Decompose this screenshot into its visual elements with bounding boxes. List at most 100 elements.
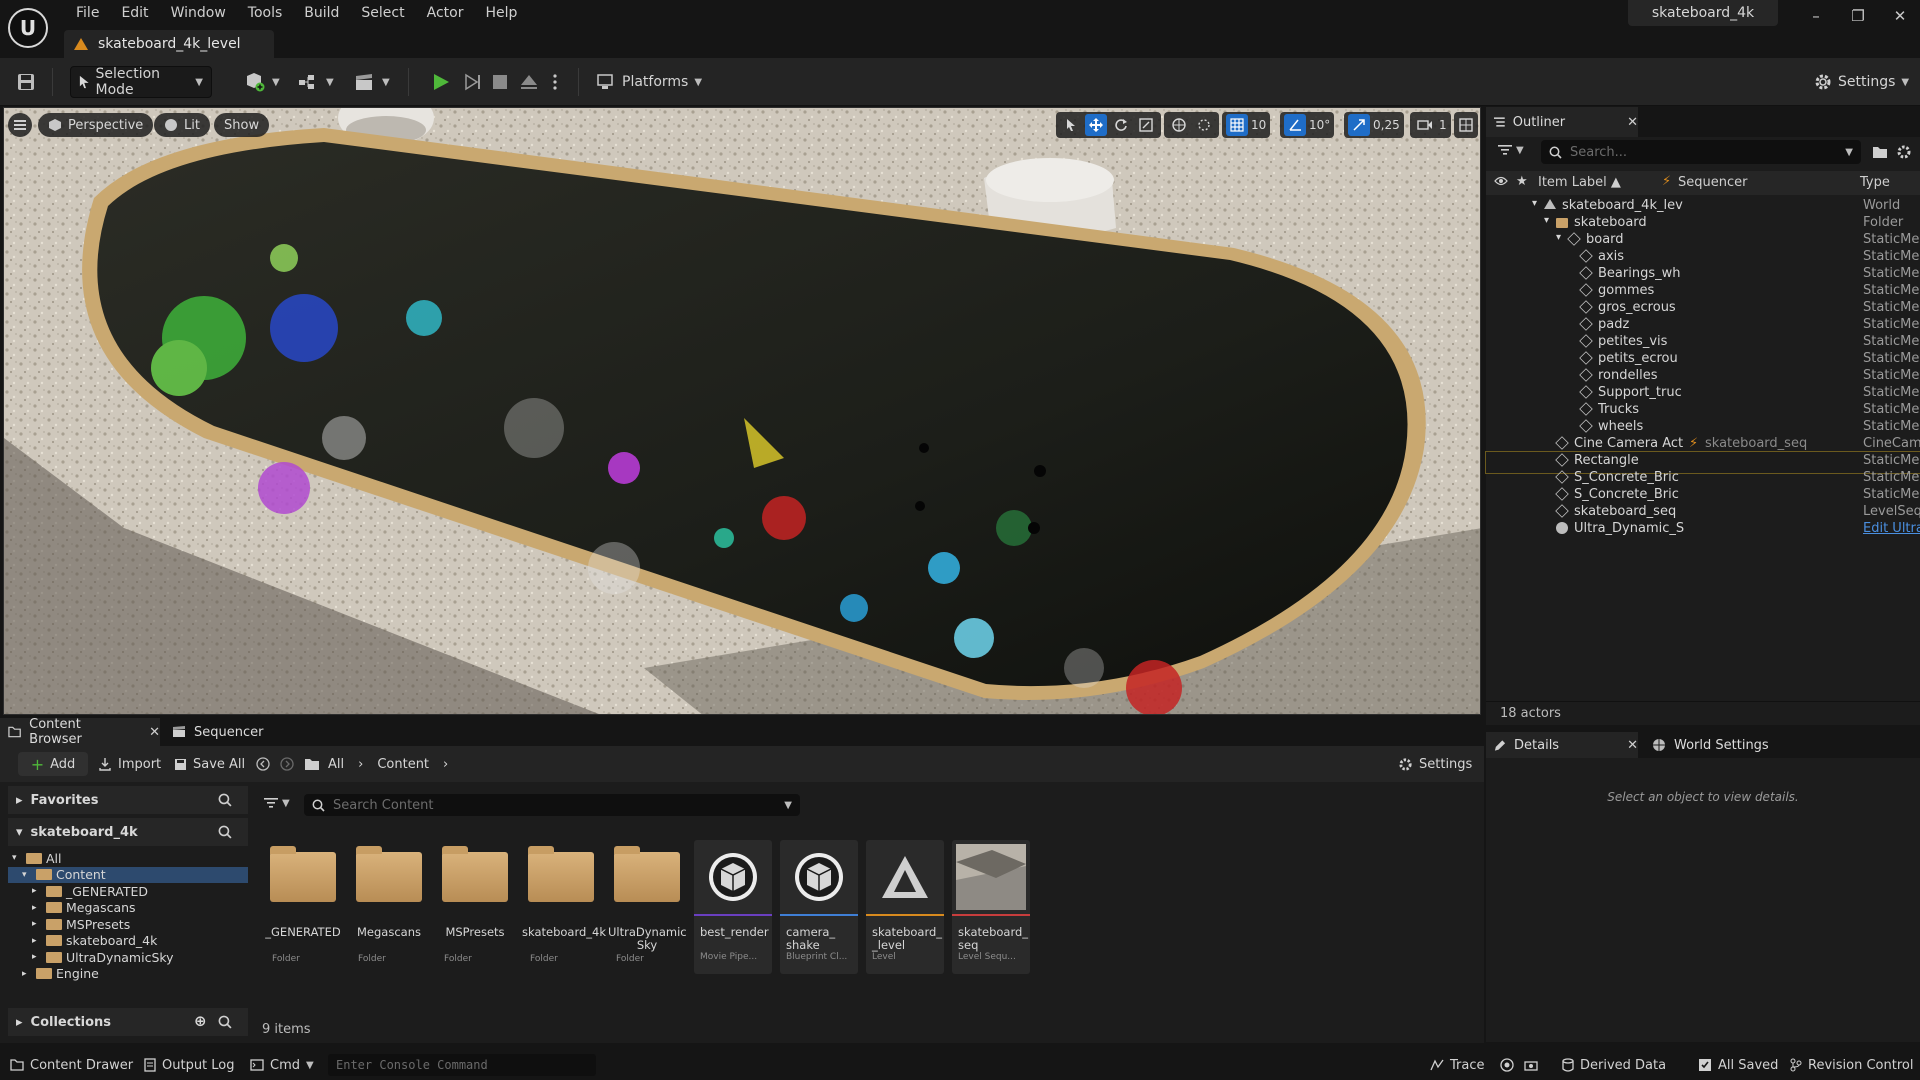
perspective-button[interactable]: Perspective [38, 113, 154, 137]
asset-tile[interactable]: camera_ shake Blueprint Cl... [780, 840, 858, 974]
chevron-down-icon[interactable]: ▾ [22, 870, 32, 880]
breadcrumb-content[interactable]: Content [377, 757, 429, 772]
collections-header[interactable]: ▸ Collections ⊕ [8, 1008, 248, 1036]
scale-snap-group[interactable]: 0,25 [1344, 112, 1404, 138]
outliner-settings-button[interactable] [1896, 144, 1912, 160]
add-collection-icon[interactable]: ⊕ [194, 1012, 207, 1030]
chevron-right-icon[interactable]: ▸ [32, 936, 42, 946]
outliner-row[interactable]: Ultra_Dynamic_S Edit Ultra [1486, 520, 1920, 541]
folder-tile[interactable]: MSPresets Folder [436, 840, 514, 974]
scale-tool-button[interactable] [1135, 114, 1157, 136]
menu-actor[interactable]: Actor [417, 3, 476, 23]
folder-browse-button[interactable] [304, 752, 320, 776]
console-command-input[interactable]: Enter Console Command [328, 1054, 596, 1076]
type-column-header[interactable]: Type [1860, 175, 1890, 190]
level-tab[interactable]: skateboard_4k_level [64, 30, 274, 58]
asset-tile[interactable]: best_render Movie Pipe... [694, 840, 772, 974]
viewport-menu-button[interactable] [8, 113, 32, 137]
project-root-header[interactable]: ▾ skateboard_4k [8, 818, 248, 846]
step-button[interactable] [464, 66, 482, 98]
history-forward-button[interactable] [280, 752, 294, 776]
screenshot-button[interactable] [1524, 1050, 1538, 1080]
folder-tile[interactable]: skateboard_4k Folder [522, 840, 606, 974]
grid-snap-group[interactable]: 10 [1222, 112, 1271, 138]
edit-ultra-link[interactable]: Edit Ultra [1863, 521, 1920, 536]
save-button[interactable] [14, 66, 38, 98]
select-tool-button[interactable] [1060, 114, 1082, 136]
expand-arrow-icon[interactable]: ▾ [1532, 198, 1537, 209]
record-button[interactable] [1500, 1050, 1514, 1080]
chevron-right-icon[interactable]: ▸ [32, 952, 42, 962]
search-icon[interactable] [218, 825, 232, 839]
menu-help[interactable]: Help [475, 3, 529, 23]
viewport-layout-button[interactable] [1454, 112, 1478, 138]
details-tab[interactable]: Details ✕ [1486, 732, 1638, 758]
level-viewport[interactable]: Perspective Lit Show 10 10° 0,25 1 [3, 107, 1481, 715]
unreal-logo-icon[interactable]: U [8, 8, 48, 48]
minimize-button[interactable]: – [1798, 4, 1834, 28]
output-log-button[interactable]: Output Log [144, 1050, 235, 1080]
folder-tree-item[interactable]: ▸ Engine [8, 966, 248, 982]
platforms-button[interactable]: Platforms ▼ [596, 66, 702, 98]
breadcrumb-all[interactable]: All [328, 757, 344, 772]
item-label-column-header[interactable]: Item Label ▲ [1538, 175, 1621, 190]
folder-tree-item[interactable]: ▸ MSPresets [8, 916, 248, 932]
surface-snap-button[interactable] [1193, 114, 1215, 136]
asset-tile[interactable]: skateboard_ seq Level Sequ... [952, 840, 1030, 974]
folder-tree-item[interactable]: ▸ _GENERATED [8, 883, 248, 899]
stop-button[interactable] [492, 66, 508, 98]
expand-arrow-icon[interactable]: ▾ [1544, 215, 1549, 226]
menu-select[interactable]: Select [351, 3, 416, 23]
rotation-snap-group[interactable]: 10° [1280, 112, 1335, 138]
chevron-right-icon[interactable]: ▸ [32, 903, 42, 913]
settings-button[interactable]: Settings ▼ [1814, 66, 1909, 98]
restore-button[interactable]: ❐ [1840, 4, 1876, 28]
revision-control-button[interactable]: Revision Control [1790, 1050, 1913, 1080]
folder-tree-item[interactable]: ▾ All [8, 850, 248, 866]
visibility-column-icon[interactable] [1494, 176, 1508, 186]
content-drawer-button[interactable]: Content Drawer [10, 1050, 133, 1080]
close-icon[interactable]: ✕ [1627, 115, 1638, 130]
eject-button[interactable] [520, 66, 538, 98]
play-button[interactable] [432, 66, 450, 98]
folder-tile[interactable]: _GENERATED Folder [264, 840, 342, 974]
add-button[interactable]: + Add [18, 752, 88, 776]
derived-data-button[interactable]: Derived Data [1562, 1050, 1666, 1080]
close-icon[interactable]: ✕ [149, 725, 160, 740]
favorites-header[interactable]: ▸ Favorites [8, 786, 248, 814]
import-button[interactable]: Import [98, 752, 161, 776]
play-options-button[interactable] [552, 66, 558, 98]
menu-tools[interactable]: Tools [238, 3, 295, 23]
chevron-right-icon[interactable]: ▸ [32, 886, 42, 896]
content-browser-settings-button[interactable]: Settings [1398, 752, 1472, 776]
add-actor-button[interactable]: ▼ [244, 66, 280, 98]
all-saved-button[interactable]: All Saved [1698, 1050, 1778, 1080]
cmd-dropdown[interactable]: Cmd ▼ [250, 1050, 314, 1080]
outliner-filter-button[interactable]: ▼ [1498, 144, 1524, 156]
folder-tree-item[interactable]: ▸ skateboard_4k [8, 933, 248, 949]
world-settings-tab[interactable]: World Settings [1652, 734, 1769, 756]
folder-tile[interactable]: UltraDynamic Sky Folder [608, 840, 687, 974]
search-icon[interactable] [218, 1015, 232, 1029]
rotate-tool-button[interactable] [1110, 114, 1132, 136]
view-mode-button[interactable]: Lit [154, 113, 210, 137]
add-folder-button[interactable] [1872, 145, 1888, 159]
translate-tool-button[interactable] [1085, 114, 1107, 136]
folder-tree-item[interactable]: ▸ Megascans [8, 900, 248, 916]
menu-edit[interactable]: Edit [111, 3, 160, 23]
folder-tree-item[interactable]: ▾ Content [8, 866, 248, 883]
menu-file[interactable]: File [66, 3, 111, 23]
sequencer-tab[interactable]: Sequencer [172, 721, 263, 743]
close-icon[interactable]: ✕ [1627, 738, 1638, 753]
chevron-right-icon[interactable]: ▸ [32, 919, 42, 929]
favorite-column-icon[interactable]: ★ [1516, 174, 1528, 189]
chevron-right-icon[interactable]: › [443, 757, 448, 772]
content-browser-tab[interactable]: Content Browser ✕ [0, 717, 160, 747]
blueprint-button[interactable]: ▼ [298, 66, 334, 98]
close-window-button[interactable]: ✕ [1882, 4, 1918, 28]
cinematics-button[interactable]: ▼ [354, 66, 390, 98]
folder-tile[interactable]: Megascans Folder [350, 840, 428, 974]
show-button[interactable]: Show [214, 113, 270, 137]
menu-build[interactable]: Build [294, 3, 351, 23]
camera-speed-group[interactable]: 1 [1410, 112, 1451, 138]
